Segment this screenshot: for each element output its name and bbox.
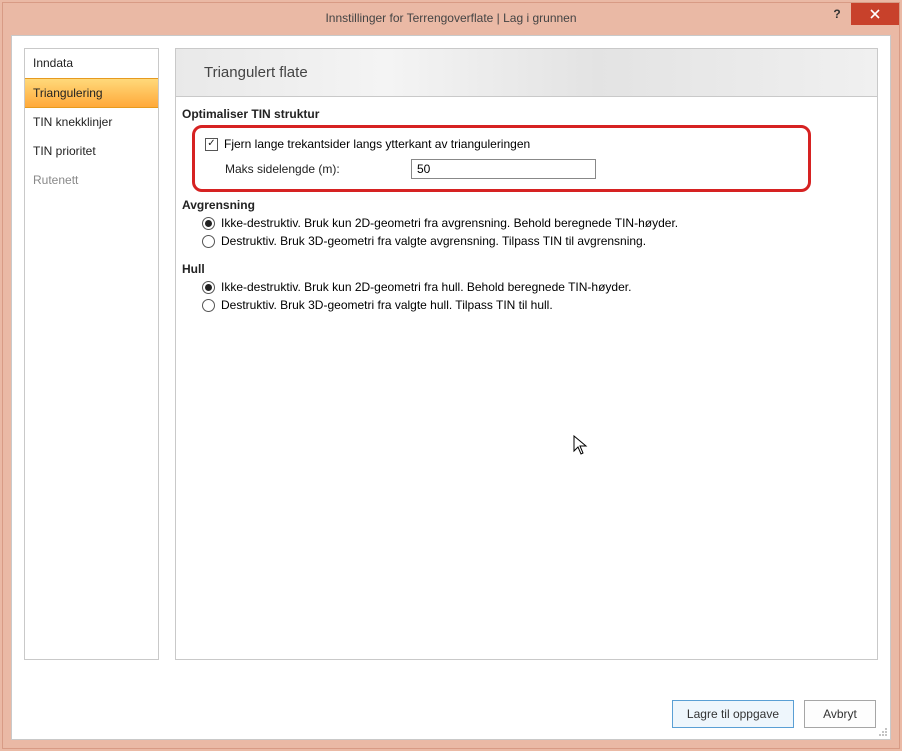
sidebar-item-label: TIN prioritet xyxy=(33,144,96,158)
sidebar-item-label: Inndata xyxy=(33,56,73,70)
cancel-button[interactable]: Avbryt xyxy=(804,700,876,728)
help-button[interactable]: ? xyxy=(823,3,851,25)
close-icon xyxy=(870,9,880,19)
limitation-option-b-label: Destruktiv. Bruk 3D-geometri fra valgte … xyxy=(221,234,646,248)
section-title-limitation: Avgrensning xyxy=(182,198,871,212)
sidebar-item-label: TIN knekklinjer xyxy=(33,115,112,129)
hole-option-a-radio[interactable] xyxy=(202,281,215,294)
section-title-optimize: Optimaliser TIN struktur xyxy=(182,107,871,121)
max-side-label: Maks sidelengde (m): xyxy=(205,162,405,176)
sidebar-item-label: Triangulering xyxy=(33,86,103,100)
limitation-option-b-radio[interactable] xyxy=(202,235,215,248)
titlebar: Innstillinger for Terrengoverflate | Lag… xyxy=(3,3,899,33)
hole-option-b-radio[interactable] xyxy=(202,299,215,312)
close-button[interactable] xyxy=(851,3,899,25)
max-side-input[interactable] xyxy=(411,159,596,179)
highlighted-region: Fjern lange trekantsider langs ytterkant… xyxy=(192,125,811,192)
limitation-option-a-radio[interactable] xyxy=(202,217,215,230)
sidebar-item-tin-knekklinjer[interactable]: TIN knekklinjer xyxy=(25,108,158,137)
main-panel: Triangulert flate Optimaliser TIN strukt… xyxy=(175,48,878,660)
window-title: Innstillinger for Terrengoverflate | Lag… xyxy=(325,11,576,25)
sidebar-item-rutenett[interactable]: Rutenett xyxy=(25,166,158,195)
sidebar-item-tin-prioritet[interactable]: TIN prioritet xyxy=(25,137,158,166)
footer: Lagre til oppgave Avbryt xyxy=(12,689,890,739)
sidebar-item-label: Rutenett xyxy=(33,173,78,187)
sidebar: Inndata Triangulering TIN knekklinjer TI… xyxy=(24,48,159,660)
save-button[interactable]: Lagre til oppgave xyxy=(672,700,794,728)
main-heading: Triangulert flate xyxy=(176,49,877,97)
section-title-hole: Hull xyxy=(182,262,871,276)
sidebar-item-triangulering[interactable]: Triangulering xyxy=(25,78,158,108)
remove-long-edges-checkbox[interactable] xyxy=(205,138,218,151)
hole-option-b-label: Destruktiv. Bruk 3D-geometri fra valgte … xyxy=(221,298,553,312)
remove-long-edges-label: Fjern lange trekantsider langs ytterkant… xyxy=(224,137,530,151)
hole-option-a-label: Ikke-destruktiv. Bruk kun 2D-geometri fr… xyxy=(221,280,631,294)
limitation-option-a-label: Ikke-destruktiv. Bruk kun 2D-geometri fr… xyxy=(221,216,678,230)
sidebar-item-inndata[interactable]: Inndata xyxy=(25,49,158,78)
resize-grip-icon[interactable] xyxy=(876,725,888,737)
